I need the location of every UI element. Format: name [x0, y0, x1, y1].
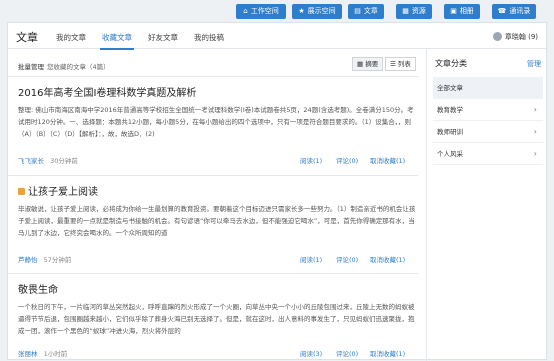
- article-list-area: 批量管理 您收藏的文章（4篇） ▦ 摘要 ☰ 列表 2016年高考全国I卷理科数…: [8, 49, 426, 361]
- article-meta: 飞飞家长 30分钟前 阅读(1) 评论(0) 取消收藏(1): [18, 155, 418, 167]
- user-info[interactable]: 章晓翰 (9): [492, 32, 538, 42]
- unfavorite-link[interactable]: 取消收藏(1): [370, 254, 405, 264]
- home-icon: ⌂: [243, 7, 248, 15]
- sidebar-item-education[interactable]: 教育教学 ›: [433, 99, 543, 121]
- articles-button[interactable]: ▤ 文章: [348, 4, 384, 19]
- read-count[interactable]: 阅读(1): [300, 254, 322, 264]
- comment-count[interactable]: 评论(0): [336, 348, 358, 358]
- article-title[interactable]: 让孩子爱上阅读: [18, 183, 418, 198]
- album-button[interactable]: ▣ 相册: [444, 4, 480, 19]
- page-title: 文章: [16, 31, 38, 44]
- article-summary: 整理: 佛山市南海区南海中学2016年普通高等学校招生全国统一考试理科数学(I卷…: [18, 106, 414, 138]
- article-time: 30分钟前: [50, 157, 78, 165]
- resources-button[interactable]: ▦ 资源: [396, 4, 432, 19]
- read-count[interactable]: 阅读(1): [300, 155, 322, 165]
- contacts-button[interactable]: ☎ 通讯录: [492, 4, 536, 19]
- lock-icon: [18, 188, 25, 195]
- summary-view-button[interactable]: ▦ 摘要: [352, 57, 384, 71]
- article-author[interactable]: 芦静怡: [18, 256, 38, 264]
- tab-friend-articles[interactable]: 好友文章: [148, 32, 178, 43]
- favorites-count: 您收藏的文章（4篇）: [47, 63, 110, 71]
- article-item: 2016年高考全国I卷理科数学真题及解析 整理: 佛山市南海区南海中学2016年…: [18, 84, 418, 140]
- sidebar-item-personal-style[interactable]: 个人风采 ›: [433, 143, 543, 165]
- article-title[interactable]: 敬畏生命: [18, 281, 418, 296]
- article-title[interactable]: 2016年高考全国I卷理科数学真题及解析: [18, 84, 418, 99]
- article-author[interactable]: 张丽林: [18, 350, 38, 358]
- sidebar-item-all-articles[interactable]: 全部文章: [433, 77, 543, 99]
- article-author[interactable]: 飞飞家长: [18, 157, 44, 165]
- comment-count[interactable]: 评论(0): [336, 254, 358, 264]
- folder-icon: ▦: [402, 7, 409, 15]
- tab-favorite-articles[interactable]: 收藏文章: [100, 32, 134, 50]
- unfavorite-link[interactable]: 取消收藏(1): [370, 348, 405, 358]
- category-sidebar: 文章分类 管理 全部文章 教育教学 › 教师研训 › 个人风采 ›: [426, 49, 547, 361]
- showcase-button[interactable]: ★ 展示空间: [292, 4, 342, 19]
- workspace-button[interactable]: ⌂ 工作空间: [236, 4, 286, 19]
- sidebar-item-teacher-training[interactable]: 教师研训 ›: [433, 121, 543, 143]
- divider: [8, 76, 418, 77]
- tab-my-submissions[interactable]: 我的投稿: [194, 32, 224, 43]
- article-summary: 毕淑敏说，让孩子爱上阅读，必将成为你给一生最划算的教育投资。要朝着这个目标迈进只…: [18, 205, 416, 237]
- article-meta: 张丽林 1小时前 阅读(3) 评论(0) 取消收藏(1): [18, 348, 418, 360]
- chevron-right-icon: ›: [533, 127, 537, 136]
- top-navigation: ⌂ 工作空间 ★ 展示空间 ▤ 文章 ▦ 资源 ▣ 相册 ☎ 通讯录: [0, 0, 554, 22]
- avatar: [492, 32, 502, 41]
- document-icon: ▤: [354, 7, 361, 15]
- article-time: 1小时前: [43, 350, 68, 358]
- sidebar-title: 文章分类: [435, 59, 467, 68]
- photo-icon: ▣: [450, 7, 457, 15]
- divider: [8, 175, 418, 176]
- content-panel: 文章 我的文章 收藏文章 好友文章 我的投稿 章晓翰 (9) 批量管理 您收藏的…: [7, 22, 547, 361]
- article-item: 敬畏生命 一个秋日的下午，一片临河的草丛突然起火，呼呼直蹿的烈火形成了一个火圈，…: [18, 281, 418, 337]
- read-count[interactable]: 阅读(3): [300, 348, 322, 358]
- contacts-icon: ☎: [497, 7, 507, 15]
- star-icon: ★: [298, 7, 305, 15]
- batch-manage-link[interactable]: 批量管理: [18, 61, 44, 71]
- manage-categories-link[interactable]: 管理: [527, 59, 541, 69]
- article-meta: 芦静怡 57分钟前 阅读(1) 评论(0) 取消收藏(1): [18, 254, 418, 266]
- chevron-right-icon: ›: [533, 149, 537, 158]
- chevron-right-icon: ›: [533, 105, 537, 114]
- article-time: 57分钟前: [43, 256, 72, 264]
- list-icon: ☰: [390, 60, 398, 68]
- tab-my-articles[interactable]: 我的文章: [56, 32, 86, 43]
- article-summary: 一个秋日的下午，一片临河的草丛突然起火，呼呼直蹿的烈火形成了一个火圈，向草丛中央…: [18, 303, 415, 335]
- divider: [8, 273, 418, 274]
- article-item: 让孩子爱上阅读 毕淑敏说，让孩子爱上阅读，必将成为你给一生最划算的教育投资。要朝…: [18, 183, 418, 239]
- grid-icon: ▦: [357, 60, 366, 68]
- page-header: 文章 我的文章 收藏文章 好友文章 我的投稿 章晓翰 (9): [8, 23, 546, 50]
- list-view-button[interactable]: ☰ 列表: [385, 57, 416, 71]
- unfavorite-link[interactable]: 取消收藏(1): [370, 155, 405, 165]
- comment-count[interactable]: 评论(0): [336, 155, 358, 165]
